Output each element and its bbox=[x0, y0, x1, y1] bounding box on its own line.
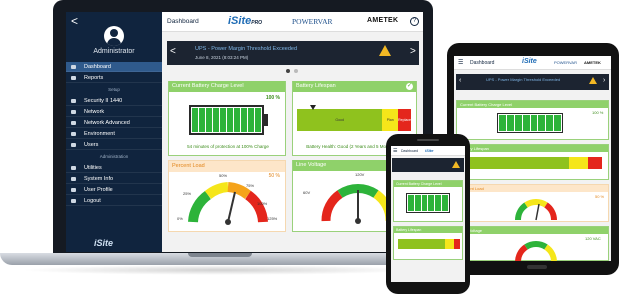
battery-percent: 100 % bbox=[265, 95, 280, 101]
sidebar-item-security[interactable]: Security II 1440 bbox=[66, 96, 162, 106]
phone-top-bar: ☰ Dashboard iSite bbox=[391, 146, 465, 156]
sidebar-item-network[interactable]: Network bbox=[66, 107, 162, 117]
tablet-lifespan-card: Battery Lifespan bbox=[456, 144, 609, 180]
phone-battery-card: Current Battery Charge Level bbox=[393, 180, 463, 222]
network-advanced-icon bbox=[71, 121, 76, 125]
phone-lifespan-card: Battery Lifespan bbox=[393, 226, 463, 260]
tablet-alert: ‹ UPS - Power Margin Threshold Exceeded … bbox=[456, 74, 609, 90]
tablet-page-title: Dashboard bbox=[470, 60, 495, 66]
dashboard-icon bbox=[71, 65, 76, 69]
load-card-title: Percent Load bbox=[172, 163, 205, 169]
warning-icon bbox=[379, 45, 391, 56]
logout-icon bbox=[71, 199, 76, 203]
tablet-load-card: Percent Load 50 % bbox=[456, 184, 609, 222]
load-card: Percent Load 50 % 0% 25% 50% 75% 100% 12… bbox=[168, 160, 286, 232]
sidebar: < Administrator Dashboard Reports Setup … bbox=[66, 12, 162, 252]
thermometer-icon bbox=[71, 132, 76, 136]
utilities-icon bbox=[71, 166, 76, 170]
alert-title: UPS - Power Margin Threshold Exceeded bbox=[195, 46, 298, 52]
tablet-alert-title: UPS - Power Margin Threshold Exceeded bbox=[486, 77, 561, 82]
sidebar-item-users[interactable]: Users bbox=[66, 140, 162, 150]
lifespan-bar: Good Plan Replace bbox=[297, 109, 411, 131]
help-icon[interactable]: ? bbox=[410, 17, 419, 26]
ametek-logo: AMETEK bbox=[367, 17, 399, 24]
sidebar-item-system-info[interactable]: System Info bbox=[66, 174, 162, 184]
avatar-icon bbox=[104, 26, 124, 46]
tablet-alert-prev[interactable]: ‹ bbox=[459, 77, 461, 84]
tablet-voltage-card: Line Voltage 120 VAC bbox=[456, 226, 609, 261]
tablet-home-indicator bbox=[527, 265, 547, 269]
sidebar-item-network-advanced[interactable]: Network Advanced bbox=[66, 118, 162, 128]
sidebar-section-administration: Administration bbox=[99, 154, 129, 159]
phone-screen: ☰ Dashboard iSite Current Battery Charge… bbox=[391, 146, 465, 282]
alert-banner: < UPS - Power Margin Threshold Exceeded … bbox=[167, 41, 419, 65]
top-bar: Dashboard iSitePRO POWERVAR AMETEK ? bbox=[162, 12, 423, 32]
phone-speaker bbox=[417, 139, 439, 141]
info-icon bbox=[71, 177, 76, 181]
battery-gauge bbox=[189, 105, 264, 135]
reports-icon bbox=[71, 76, 76, 80]
network-icon bbox=[71, 110, 76, 114]
ups-icon bbox=[71, 99, 76, 103]
tablet-alert-next[interactable]: › bbox=[603, 77, 605, 84]
phone-isite-logo: iSite bbox=[425, 148, 434, 153]
main-content: Dashboard iSitePRO POWERVAR AMETEK ? < U… bbox=[162, 12, 423, 252]
sidebar-item-utilities[interactable]: Utilities bbox=[66, 163, 162, 173]
sidebar-item-dashboard[interactable]: Dashboard bbox=[66, 62, 162, 72]
tablet-ametek-logo: AMETEK bbox=[584, 60, 601, 65]
alert-next-button[interactable]: > bbox=[410, 46, 416, 57]
sidebar-item-reports[interactable]: Reports bbox=[66, 73, 162, 83]
sidebar-back-button[interactable]: < bbox=[71, 14, 78, 28]
isite-logo: iSite bbox=[94, 238, 114, 248]
sidebar-section-setup: Setup bbox=[108, 87, 120, 92]
users-icon bbox=[71, 143, 76, 147]
voltage-card-title: Line Voltage bbox=[296, 162, 327, 168]
powervar-logo: POWERVAR bbox=[292, 17, 333, 26]
lifespan-marker bbox=[310, 105, 316, 110]
ok-check-icon: ✓ bbox=[406, 83, 413, 90]
page-title: Dashboard bbox=[167, 18, 199, 25]
phone-alert bbox=[392, 158, 464, 172]
laptop-shadow bbox=[20, 265, 420, 275]
user-role: Administrator bbox=[93, 48, 135, 55]
carousel-dot[interactable] bbox=[294, 69, 298, 73]
tablet-warning-icon bbox=[589, 77, 597, 84]
sidebar-item-logout[interactable]: Logout bbox=[66, 196, 162, 206]
battery-footer: 54 minutes of protection at 100% Charge bbox=[187, 144, 269, 149]
isite-pro-logo: iSitePRO bbox=[228, 15, 263, 27]
lifespan-card-title: Battery Lifespan bbox=[296, 83, 336, 89]
carousel-dot-active[interactable] bbox=[286, 69, 290, 73]
phone-battery-gauge bbox=[406, 193, 450, 213]
phone-warning-icon bbox=[452, 161, 460, 168]
sidebar-item-user-profile[interactable]: User Profile bbox=[66, 185, 162, 195]
tablet-top-bar: ☰ Dashboard iSite POWERVAR AMETEK bbox=[454, 56, 611, 70]
sidebar-item-environment[interactable]: Environment bbox=[66, 129, 162, 139]
user-profile-icon bbox=[71, 188, 76, 192]
tablet-screen: ☰ Dashboard iSite POWERVAR AMETEK ‹ UPS … bbox=[454, 56, 611, 261]
alert-date: June 8, 2021 (8:03:24 PM) bbox=[195, 55, 249, 60]
laptop-notch bbox=[188, 253, 252, 257]
laptop-screen: < Administrator Dashboard Reports Setup … bbox=[66, 12, 423, 252]
tablet-battery-gauge bbox=[497, 113, 563, 133]
tablet-menu-icon[interactable]: ☰ bbox=[458, 59, 463, 66]
alert-prev-button[interactable]: < bbox=[170, 46, 176, 57]
tablet-powervar-logo: POWERVAR bbox=[554, 60, 577, 65]
phone-menu-icon[interactable]: ☰ bbox=[393, 148, 397, 154]
battery-card-title: Current Battery Charge Level bbox=[172, 83, 244, 89]
tablet-battery-card: Current Battery Charge Level 100 % bbox=[456, 100, 609, 140]
phone-page-title: Dashboard bbox=[401, 149, 419, 153]
battery-card: Current Battery Charge Level 100 % 54 mi… bbox=[168, 81, 286, 156]
tablet-isite-logo: iSite bbox=[522, 58, 537, 65]
